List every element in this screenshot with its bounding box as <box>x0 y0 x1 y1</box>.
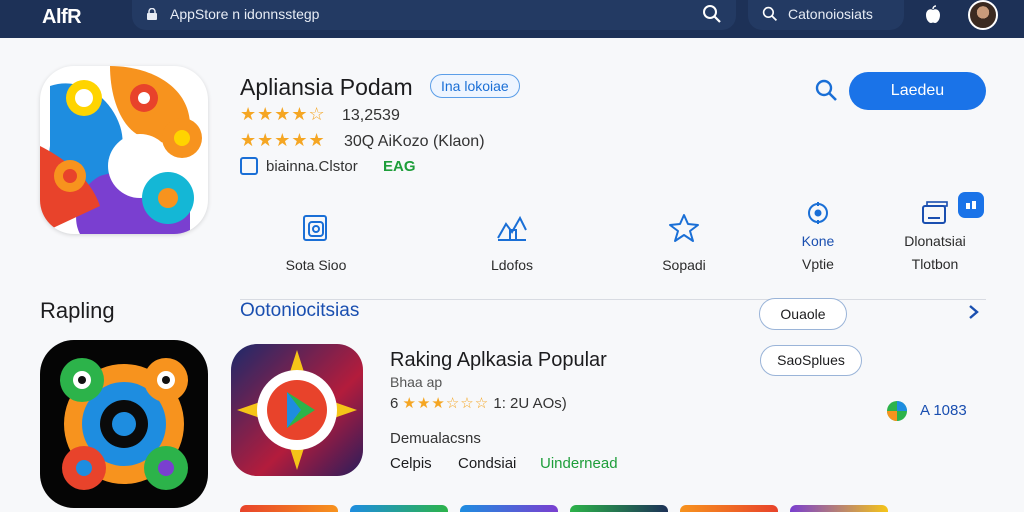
feature-item[interactable]: Sopadi <box>644 212 724 273</box>
list-item-rating: 6 ★★★☆☆☆ 1: 2U AOs) <box>390 394 567 412</box>
category-tag[interactable]: Ina lokoiae <box>430 74 520 98</box>
app-icon[interactable] <box>40 340 208 508</box>
filter-pill-button[interactable]: SaoSplues <box>760 345 862 376</box>
section-subtitle[interactable]: Ootoniocitsias <box>240 300 359 322</box>
feature-label: Ldofos <box>490 257 534 273</box>
tag[interactable]: Uindernead <box>540 455 618 472</box>
globe-icon <box>887 401 907 421</box>
settings-icon <box>808 202 828 224</box>
lock-icon <box>147 8 157 20</box>
download-count: A 1083 <box>920 402 967 419</box>
rating-prefix: 6 <box>390 395 399 412</box>
app-title: Apliansia Podam <box>240 74 413 100</box>
downloads-label: Demualacsns <box>390 430 481 447</box>
list-item-subtitle: Bhaa ap <box>390 374 443 390</box>
feature-label: Dlonatsiai <box>904 233 966 249</box>
search-icon <box>762 6 778 22</box>
section-title: Rapling <box>40 298 115 323</box>
star-rating: ★★★★☆ <box>240 104 326 124</box>
app-icon[interactable] <box>231 344 363 476</box>
rating-count: 13,2539 <box>342 107 400 124</box>
rating-summary: 30Q AiKozo (Klaon) <box>344 133 485 150</box>
developer-name[interactable]: biainna.Clstor <box>266 158 358 175</box>
feature-label: Sota Sioo <box>285 257 347 273</box>
feature-sublabel: Tlotbon <box>911 256 959 272</box>
rating-suffix: 1: 2U AOs) <box>493 395 567 412</box>
feature-label: Kone <box>801 233 835 249</box>
filter-pill-button[interactable]: Ouaole <box>759 298 847 330</box>
star-rating: ★★★★★ <box>240 130 326 150</box>
top-search-text[interactable]: Catonoiosiats <box>788 6 873 22</box>
chart-icon <box>497 215 527 241</box>
thumbnail[interactable] <box>790 505 888 512</box>
badge-icon[interactable] <box>958 192 984 218</box>
thumbnail[interactable] <box>680 505 778 512</box>
gallery-icon <box>922 201 948 224</box>
thumbnail[interactable] <box>460 505 558 512</box>
get-button[interactable]: Laedeu <box>849 72 986 110</box>
star-icon <box>669 214 699 242</box>
app-store-logo[interactable]: AlfR <box>42 6 82 29</box>
tag[interactable]: Celpis <box>390 455 432 472</box>
thumbnail[interactable] <box>240 505 338 512</box>
tag[interactable]: Condsiai <box>458 455 516 472</box>
feature-item[interactable]: Kone Vptie <box>788 200 848 272</box>
thumbnail[interactable] <box>350 505 448 512</box>
feature-item[interactable]: Sota Sioo <box>276 212 356 273</box>
search-icon[interactable] <box>814 78 838 102</box>
feature-label: Sopadi <box>662 257 706 273</box>
apple-icon[interactable] <box>922 4 944 26</box>
address-bar-text[interactable]: AppStore n idonnsstegp <box>170 6 319 22</box>
app-icon <box>40 66 208 234</box>
search-icon[interactable] <box>702 4 722 24</box>
document-icon <box>303 215 327 241</box>
user-avatar[interactable] <box>968 0 998 30</box>
feature-item[interactable]: Ldofos <box>472 212 552 273</box>
feature-sublabel: Vptie <box>802 256 834 272</box>
developer-badge: EAG <box>383 158 416 175</box>
chevron-right-icon[interactable] <box>966 304 980 320</box>
verified-check-icon <box>240 157 258 175</box>
star-rating: ★★★☆☆☆ <box>402 395 490 412</box>
thumbnail[interactable] <box>570 505 668 512</box>
list-item-title[interactable]: Raking Aplkasia Popular <box>390 349 607 372</box>
